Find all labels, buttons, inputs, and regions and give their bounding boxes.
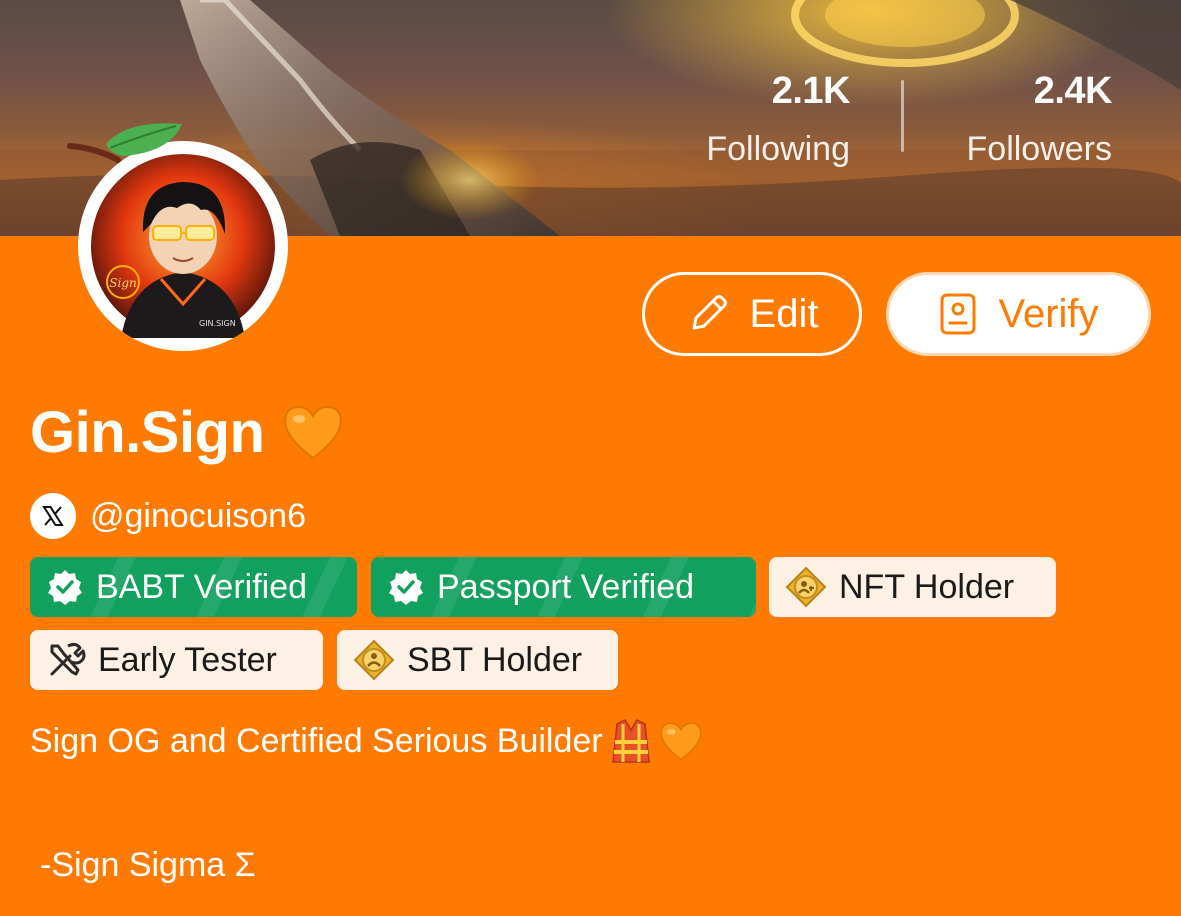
svg-text:GIN.SIGN: GIN.SIGN [199, 319, 236, 328]
verify-button-label: Verify [998, 291, 1099, 336]
gold-coin-icon [353, 639, 395, 681]
badge-label: NFT Holder [839, 567, 1015, 606]
badge-early-tester[interactable]: Early Tester [30, 630, 323, 690]
social-handle-row[interactable]: @ginocuison6 [30, 493, 306, 539]
followers-stat[interactable]: 2.4K Followers [912, 70, 1113, 168]
display-name-row: Gin.Sign [30, 399, 344, 465]
followers-count: 2.4K [1033, 70, 1113, 112]
following-stat[interactable]: 2.1K Following [650, 72, 850, 168]
bio-signature: -Sign Sigma Σ [40, 845, 256, 884]
bio-text: Sign OG and Certified Serious Builder [30, 721, 603, 760]
safety-vest-icon [611, 719, 650, 763]
pencil-icon [692, 295, 727, 330]
edit-button-label: Edit [749, 291, 819, 336]
badge-nft-holder[interactable]: NFT Holder [769, 557, 1056, 617]
id-card-icon [940, 293, 976, 335]
badge-passport-verified[interactable]: Passport Verified [371, 557, 756, 617]
badge-babt-verified[interactable]: BABT Verified [30, 557, 357, 617]
orange-heart-icon [284, 405, 343, 460]
edit-profile-button[interactable]: Edit [642, 272, 862, 356]
avatar-image: Sign GIN.SIGN [91, 154, 275, 338]
bio: Sign OG and Certified Serious Builder [30, 716, 703, 766]
badge-label: SBT Holder [407, 640, 583, 679]
orange-leaf-icon [67, 123, 182, 163]
followers-label: Followers [966, 130, 1112, 168]
tools-icon [50, 642, 86, 676]
display-name: Gin.Sign [30, 399, 265, 465]
following-count: 2.1K [771, 70, 851, 112]
badge-label: Passport Verified [437, 567, 695, 606]
social-handle: @ginocuison6 [90, 496, 306, 535]
verified-check-icon [389, 570, 423, 605]
badge-sbt-holder[interactable]: SBT Holder [337, 630, 618, 690]
orange-heart-icon [660, 722, 702, 761]
following-label: Following [706, 130, 850, 168]
badge-label: BABT Verified [96, 567, 308, 606]
gold-coin-icon [785, 566, 827, 608]
badge-label: Early Tester [98, 640, 277, 679]
svg-text:Sign: Sign [109, 276, 136, 290]
verify-button[interactable]: Verify [886, 272, 1151, 356]
x-logo-icon [30, 493, 76, 539]
verified-check-icon [48, 570, 82, 605]
stats-divider [901, 80, 904, 152]
